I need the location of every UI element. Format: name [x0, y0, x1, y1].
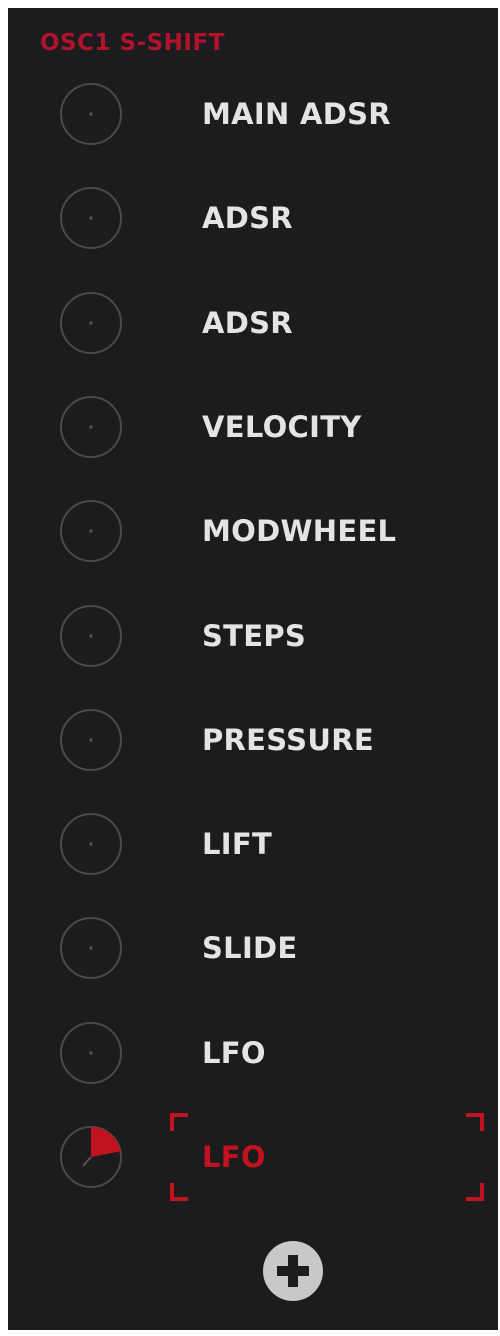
knob-center-dot [89, 738, 93, 742]
modulation-source-label: MODWHEEL [202, 514, 397, 549]
knob-graphic [60, 500, 122, 563]
selection-corner [170, 1113, 188, 1131]
modulation-source-label: SLIDE [202, 931, 298, 966]
knob-graphic [60, 1021, 122, 1084]
modulation-source-label: ADSR [202, 201, 293, 236]
amount-knob[interactable] [58, 915, 124, 981]
amount-knob[interactable] [58, 811, 124, 877]
modulation-source-label: PRESSURE [202, 722, 374, 757]
panel-title: OSC1 S-SHIFT [40, 30, 225, 56]
modulation-source-label: LFO [202, 1140, 266, 1174]
knob-center-dot [89, 112, 93, 116]
modulation-slot[interactable]: LFO [8, 1001, 498, 1105]
knob-graphic [60, 917, 122, 980]
amount-knob[interactable] [58, 81, 124, 147]
knob-center-dot [89, 633, 93, 638]
amount-knob[interactable] [58, 394, 124, 460]
modulation-slot[interactable]: ADSR [8, 271, 498, 375]
knob-graphic [60, 813, 122, 876]
knob-graphic [60, 83, 122, 145]
knob-center-dot [89, 529, 93, 533]
selection-corner [466, 1113, 484, 1131]
amount-knob[interactable] [58, 290, 124, 356]
knob-center-dot [89, 842, 93, 846]
add-modulation-button[interactable] [263, 1241, 323, 1301]
selection-corner [170, 1183, 188, 1201]
selection-corner [466, 1183, 484, 1201]
knob-pointer [82, 1156, 92, 1167]
amount-knob[interactable] [58, 1124, 124, 1190]
modulation-slot[interactable]: MAIN ADSR [8, 62, 498, 166]
modulation-slot[interactable]: LIFT [8, 792, 498, 896]
modulation-slot[interactable]: PRESSURE [8, 688, 498, 792]
knob-center-dot [89, 946, 93, 950]
modulation-slot[interactable]: LFO [8, 1105, 498, 1209]
modulation-slot[interactable]: ADSR [8, 166, 498, 270]
knob-graphic [60, 395, 122, 458]
amount-knob[interactable] [58, 498, 124, 564]
modulation-source-label: STEPS [202, 618, 307, 653]
modulation-source-label: VELOCITY [202, 409, 362, 444]
amount-knob[interactable] [58, 185, 124, 251]
amount-knob[interactable] [58, 707, 124, 773]
knob-center-dot [89, 425, 93, 429]
modulation-slot[interactable]: SLIDE [8, 896, 498, 1000]
modulation-source-label: LFO [202, 1035, 266, 1070]
knob-amount-wedge [91, 1127, 121, 1157]
modulation-slot[interactable]: STEPS [8, 584, 498, 688]
modulation-slot[interactable]: MODWHEEL [8, 479, 498, 583]
knob-graphic [60, 291, 122, 354]
modulation-source-label: LIFT [202, 827, 273, 862]
knob-graphic [60, 1126, 122, 1188]
amount-knob[interactable] [58, 603, 124, 669]
knob-graphic [60, 187, 122, 250]
modulation-panel: OSC1 S-SHIFT MAIN ADSR ADSR ADSR VELOCITY MO… [8, 8, 498, 1330]
knob-graphic [60, 708, 122, 771]
modulation-source-label: ADSR [202, 305, 293, 340]
modulation-slot[interactable]: VELOCITY [8, 375, 498, 479]
knob-center-dot [89, 320, 93, 325]
knob-graphic [60, 604, 122, 667]
modulation-source-label: MAIN ADSR [202, 97, 391, 131]
knob-center-dot [89, 216, 93, 220]
amount-knob[interactable] [58, 1020, 124, 1086]
knob-center-dot [89, 1051, 93, 1055]
